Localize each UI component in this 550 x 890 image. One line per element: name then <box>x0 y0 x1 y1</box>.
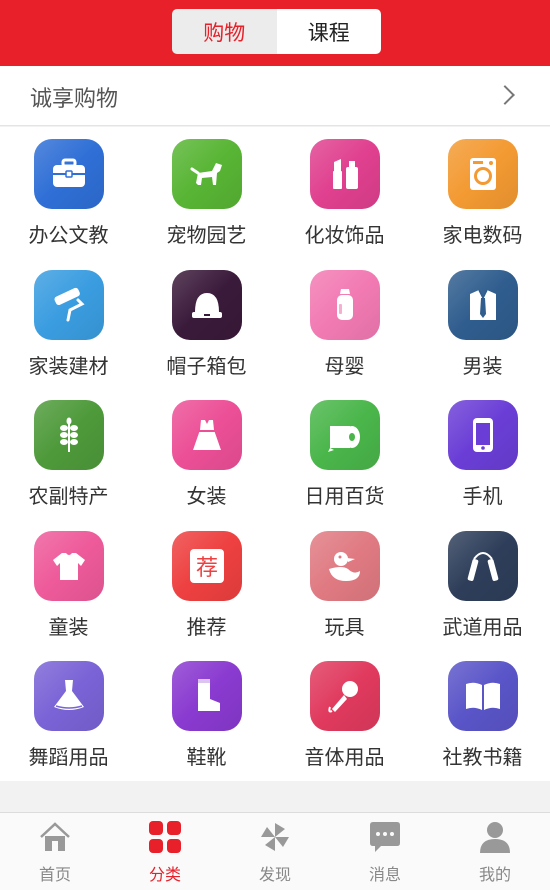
dress-icon <box>172 400 242 470</box>
category-item[interactable]: 童装 <box>0 519 137 649</box>
briefcase-icon <box>34 139 104 209</box>
tab-shopping[interactable]: 购物 <box>172 9 277 54</box>
category-item[interactable]: 农副特产 <box>0 388 137 518</box>
category-label: 办公文教 <box>28 223 109 247</box>
category-item[interactable]: 武道用品 <box>414 519 550 649</box>
category-label: 帽子箱包 <box>166 353 247 378</box>
microphone-icon <box>310 661 380 731</box>
category-label: 化妆饰品 <box>304 223 385 247</box>
tab-label: 发现 <box>258 865 291 884</box>
category-item[interactable]: 玩具 <box>276 519 413 649</box>
boot-icon <box>172 661 242 731</box>
tab-category[interactable]: 分类 <box>110 813 220 890</box>
bottom-tab-bar: 首页 分类 发现 消息 我的 <box>0 812 550 890</box>
category-label: 男装 <box>462 353 503 378</box>
segment-control: 购物 课程 <box>172 9 381 54</box>
category-label: 推荐 <box>186 614 227 639</box>
category-label: 农副特产 <box>28 484 109 508</box>
category-item[interactable]: 母婴 <box>276 258 413 388</box>
washing-machine-icon <box>448 139 518 209</box>
category-label: 日用百货 <box>304 484 385 508</box>
category-item[interactable]: 日用百货 <box>276 388 413 518</box>
chevron-right-icon <box>495 85 515 105</box>
hat-icon <box>172 269 242 340</box>
tab-home[interactable]: 首页 <box>0 813 110 890</box>
category-item[interactable]: 荐推荐 <box>138 519 275 649</box>
section-title: 诚享购物 <box>30 87 119 112</box>
category-label: 手机 <box>462 484 503 508</box>
book-icon <box>448 661 518 731</box>
wheat-icon <box>34 400 104 470</box>
category-label: 玩具 <box>324 614 365 639</box>
paint-roller-icon <box>34 269 104 340</box>
category-item[interactable]: 宠物园艺 <box>138 127 275 257</box>
category-label: 音体用品 <box>304 745 385 769</box>
category-item[interactable]: 帽子箱包 <box>138 258 275 388</box>
recommend-icon: 荐 <box>172 530 242 601</box>
category-item[interactable]: 家电数码 <box>414 127 550 257</box>
dog-icon <box>172 139 242 209</box>
category-item[interactable]: 手机 <box>414 388 550 518</box>
category-label: 武道用品 <box>442 614 523 639</box>
category-label: 鞋靴 <box>186 745 227 769</box>
category-label: 家电数码 <box>442 223 523 247</box>
tab-pinwheel[interactable]: 发现 <box>220 813 330 890</box>
category-grid: 办公文教 宠物园艺 化妆饰品 家电数码家装建材 帽子箱包 母婴 男装农副特产 女装 日用百货 手机… <box>0 127 550 781</box>
category-label: 家装建材 <box>28 353 109 378</box>
category-item[interactable]: 社教书籍 <box>414 649 550 779</box>
svg-text:荐: 荐 <box>196 556 218 581</box>
nunchaku-icon <box>448 530 518 601</box>
tab-profile[interactable]: 我的 <box>440 813 550 890</box>
category-label: 舞蹈用品 <box>28 745 109 769</box>
tissue-roll-icon <box>310 400 380 470</box>
category-label: 母婴 <box>324 353 365 378</box>
cosmetics-icon <box>310 139 380 209</box>
category-label: 童装 <box>48 614 89 639</box>
category-item[interactable]: 女装 <box>138 388 275 518</box>
duck-toy-icon <box>310 530 380 601</box>
category-item[interactable]: 办公文教 <box>0 127 137 257</box>
top-bar: 购物 课程 <box>0 0 550 66</box>
category-label: 女装 <box>186 484 227 508</box>
tab-label: 首页 <box>38 865 71 884</box>
category-item[interactable]: 化妆饰品 <box>276 127 413 257</box>
tab-label: 我的 <box>478 865 511 884</box>
tab-label: 消息 <box>368 865 401 884</box>
category-item[interactable]: 舞蹈用品 <box>0 649 137 779</box>
tab-message[interactable]: 消息 <box>330 813 440 890</box>
category-item[interactable]: 家装建材 <box>0 258 137 388</box>
tab-label: 分类 <box>148 865 181 884</box>
category-item[interactable]: 男装 <box>414 258 550 388</box>
suit-icon <box>448 269 518 340</box>
category-label: 社教书籍 <box>442 745 523 769</box>
phone-icon <box>448 400 518 470</box>
tab-courses[interactable]: 课程 <box>276 9 381 54</box>
category-item[interactable]: 鞋靴 <box>138 649 275 779</box>
kids-shirt-icon <box>34 530 104 601</box>
category-label: 宠物园艺 <box>166 223 247 247</box>
section-header[interactable]: 诚享购物 <box>0 66 550 126</box>
category-item[interactable]: 音体用品 <box>276 649 413 779</box>
dance-dress-icon <box>34 661 104 731</box>
baby-bottle-icon <box>310 269 380 340</box>
